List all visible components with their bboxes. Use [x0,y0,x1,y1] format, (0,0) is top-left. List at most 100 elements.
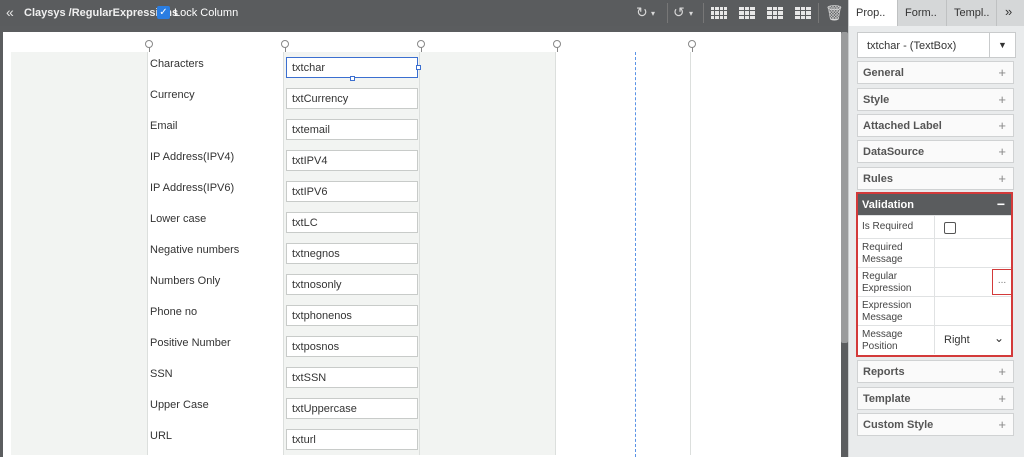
grid-cell[interactable] [556,269,691,300]
grid-cell[interactable] [556,52,691,83]
vertical-scrollbar[interactable] [841,32,848,343]
grid-cell[interactable] [11,300,148,331]
grid-cell[interactable] [11,176,148,207]
expression-message-input[interactable] [934,297,935,325]
grid-cell[interactable] [556,393,691,424]
column-handle-icon[interactable] [281,40,289,52]
textbox-control[interactable]: txtSSN [286,367,418,388]
field-label[interactable]: Negative numbers [150,244,239,256]
field-label[interactable]: Currency [150,89,195,101]
section-reports[interactable]: Reports + [857,360,1014,383]
tab-form[interactable]: Form.. [898,0,947,26]
grid-cell[interactable] [11,269,148,300]
regular-expression-input[interactable] [934,268,935,296]
expand-icon[interactable]: + [998,391,1006,406]
message-position-select[interactable]: Right [944,334,970,346]
textbox-control[interactable]: txturl [286,429,418,450]
grid-cell[interactable] [556,83,691,114]
grid-cell[interactable] [420,269,556,300]
chevron-down-icon[interactable]: ⌄ [994,331,1004,345]
column-handle-icon[interactable] [688,40,696,52]
expand-icon[interactable]: + [998,417,1006,432]
grid-cell[interactable] [556,238,691,269]
layout-grid-icon[interactable] [711,7,727,19]
textbox-control[interactable]: txtIPV6 [286,181,418,202]
textbox-control[interactable]: txtLC [286,212,418,233]
field-label[interactable]: Email [150,120,178,132]
grid-cell[interactable] [420,393,556,424]
field-label[interactable]: Numbers Only [150,275,220,287]
grid-cell[interactable] [556,207,691,238]
grid-cell[interactable] [11,424,148,455]
section-custom-style[interactable]: Custom Style + [857,413,1014,436]
field-label[interactable]: IP Address(IPV4) [150,151,234,163]
grid-cell[interactable] [556,300,691,331]
grid-cell[interactable] [556,145,691,176]
ellipsis-button[interactable]: ... [992,269,1012,295]
column-handle-icon[interactable] [145,40,153,52]
field-label[interactable]: Lower case [150,213,206,225]
field-label[interactable]: Upper Case [150,399,209,411]
grid-cell[interactable] [11,362,148,393]
checkbox-checked-icon[interactable]: ✓ [157,6,170,19]
textbox-control[interactable]: txtnosonly [286,274,418,295]
section-template[interactable]: Template + [857,387,1014,410]
field-label[interactable]: SSN [150,368,173,380]
collapse-left-icon[interactable]: « [6,4,14,20]
grid-cell[interactable] [11,238,148,269]
grid-cell[interactable] [420,207,556,238]
is-required-checkbox[interactable] [944,222,956,234]
grid-cell[interactable] [11,393,148,424]
tab-properties[interactable]: Prop.. [849,0,898,26]
validation-header[interactable]: Validation − [858,194,1011,215]
grid-cell[interactable] [556,114,691,145]
grid-cell[interactable] [556,362,691,393]
grid-cell[interactable] [11,331,148,362]
grid-cell[interactable] [420,176,556,207]
grid-cell[interactable] [420,331,556,362]
redo-icon[interactable]: ↻ [636,4,648,21]
grid-cell[interactable] [556,331,691,362]
textbox-control[interactable]: txtemail [286,119,418,140]
grid-cell[interactable] [556,176,691,207]
chevron-down-icon[interactable]: ▼ [989,33,1015,57]
textbox-control[interactable]: txtphonenos [286,305,418,326]
control-selector[interactable]: txtchar - (TextBox) ▼ [857,32,1016,58]
grid-cell[interactable] [11,114,148,145]
required-message-input[interactable] [934,239,935,267]
textbox-control[interactable]: txtposnos [286,336,418,357]
grid-cell[interactable] [420,114,556,145]
insert-column-icon[interactable] [767,7,783,19]
field-label[interactable]: IP Address(IPV6) [150,182,234,194]
expand-icon[interactable]: + [998,92,1006,107]
redo-dropdown-icon[interactable]: ▾ [651,9,655,18]
grid-cell[interactable] [420,83,556,114]
grid-cell[interactable] [420,300,556,331]
section-attached-label[interactable]: Attached Label + [857,114,1014,137]
expand-icon[interactable]: + [998,144,1006,159]
expand-panel-icon[interactable]: » [997,0,1024,26]
insert-row-icon[interactable] [739,7,755,19]
expand-icon[interactable]: + [998,65,1006,80]
delete-row-icon[interactable] [795,7,811,19]
textbox-control[interactable]: txtnegnos [286,243,418,264]
textbox-control[interactable]: txtCurrency [286,88,418,109]
trash-icon[interactable]: 🗑 [825,4,844,22]
collapse-icon[interactable]: − [997,196,1005,212]
textbox-control[interactable]: txtIPV4 [286,150,418,171]
expand-icon[interactable]: + [998,118,1006,133]
section-general[interactable]: General + [857,61,1014,84]
undo-icon[interactable]: ↺ [673,4,685,21]
expand-icon[interactable]: + [998,364,1006,379]
lock-column-toggle[interactable]: ✓ Lock Column [157,6,238,19]
undo-dropdown-icon[interactable]: ▾ [689,9,693,18]
section-rules[interactable]: Rules + [857,167,1014,190]
resize-handle[interactable] [416,65,421,70]
grid-cell[interactable] [11,207,148,238]
section-style[interactable]: Style + [857,88,1014,111]
grid-cell[interactable] [556,424,691,455]
column-handle-icon[interactable] [417,40,425,52]
tab-template[interactable]: Templ.. [947,0,997,26]
grid-cell[interactable] [11,52,148,83]
section-datasource[interactable]: DataSource + [857,140,1014,163]
